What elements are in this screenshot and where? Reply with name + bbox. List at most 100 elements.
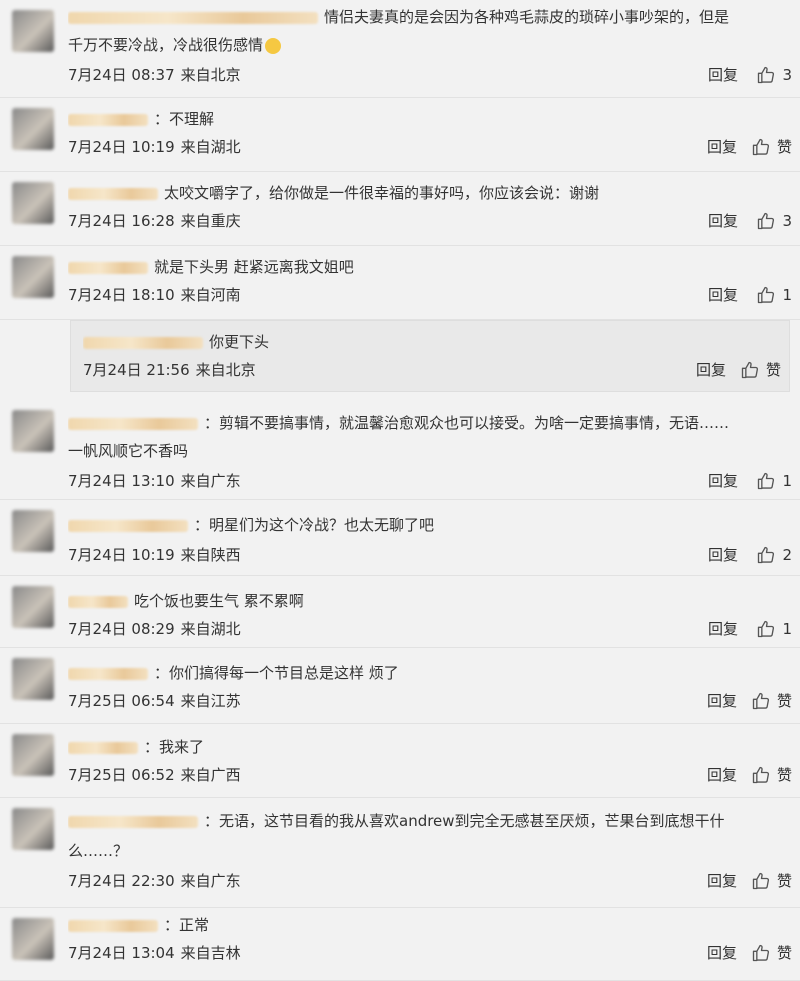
comment-actions: 回复 赞	[707, 870, 792, 891]
comment-text: 千万不要冷战，冷战很伤感情	[68, 34, 786, 56]
like-button[interactable]: 3	[752, 211, 792, 231]
reply-button[interactable]: 回复	[708, 284, 738, 305]
comment-meta: 7月24日 13:10 来自广东	[68, 470, 247, 491]
avatar[interactable]	[12, 10, 54, 52]
comment-text: ：剪辑不要搞事情，就温馨治愈观众也可以接受。为啥一定要搞事情，无语……	[68, 412, 786, 434]
like-count: 1	[782, 285, 792, 304]
comment-text: ：正常	[68, 914, 786, 936]
comment-text: 情侣夫妻真的是会因为各种鸡毛蒜皮的琐碎小事吵架的，但是	[68, 6, 786, 28]
reply-button[interactable]: 回复	[708, 64, 738, 85]
like-button[interactable]: 2	[752, 545, 792, 565]
reply-button[interactable]: 回复	[708, 470, 738, 491]
thumbs-up-icon	[756, 545, 776, 565]
username[interactable]	[68, 667, 148, 680]
location: 来自北京	[195, 361, 256, 379]
thumbs-up-icon	[756, 211, 776, 231]
avatar[interactable]	[12, 586, 54, 628]
username[interactable]	[83, 336, 203, 349]
location: 来自江苏	[180, 692, 241, 710]
username[interactable]	[68, 919, 158, 932]
like-button[interactable]: 1	[752, 619, 792, 639]
like-button[interactable]: 赞	[751, 764, 792, 785]
location: 来自广西	[180, 766, 241, 784]
username[interactable]	[68, 519, 188, 532]
username[interactable]	[68, 113, 148, 126]
timestamp: 7月24日 13:04	[68, 944, 175, 962]
avatar[interactable]	[12, 918, 54, 960]
thumbs-up-icon	[756, 471, 776, 491]
thumbs-up-icon	[756, 619, 776, 639]
avatar[interactable]	[12, 510, 54, 552]
like-button[interactable]: 1	[752, 285, 792, 305]
comment-text-content: 就是下头男 赶紧远离我文姐吧	[154, 258, 354, 276]
timestamp: 7月24日 22:30	[68, 872, 175, 890]
avatar[interactable]	[12, 808, 54, 850]
comment-meta: 7月24日 16:28 来自重庆	[68, 210, 247, 231]
avatar[interactable]	[12, 734, 54, 776]
thumbs-up-icon	[751, 691, 771, 711]
thumbs-up-icon	[740, 360, 760, 380]
comment-item: 就是下头男 赶紧远离我文姐吧 7月24日 18:10 来自河南 回复 1	[0, 246, 800, 320]
comment-text: 太咬文嚼字了，给你做是一件很幸福的事好吗，你应该会说：谢谢	[68, 182, 786, 204]
avatar[interactable]	[12, 182, 54, 224]
reply-button[interactable]: 回复	[708, 210, 738, 231]
comment-meta: 7月24日 10:19 来自湖北	[68, 136, 247, 157]
avatar[interactable]	[12, 256, 54, 298]
username[interactable]	[68, 595, 128, 608]
comment-text: 一帆风顺它不香吗	[68, 440, 786, 462]
reply-item: 你更下头 7月24日 21:56 来自北京 回复 赞	[70, 320, 790, 392]
timestamp: 7月24日 16:28	[68, 212, 175, 230]
thumbs-up-icon	[751, 137, 771, 157]
thumbs-up-icon	[756, 65, 776, 85]
timestamp: 7月24日 13:10	[68, 472, 175, 490]
timestamp: 7月24日 21:56	[83, 361, 190, 379]
reply-button[interactable]: 回复	[707, 942, 737, 963]
reply-button[interactable]: 回复	[707, 764, 737, 785]
comment-text-content: 情侣夫妻真的是会因为各种鸡毛蒜皮的琐碎小事吵架的，但是	[324, 8, 730, 26]
location: 来自吉林	[180, 944, 241, 962]
username[interactable]	[68, 11, 318, 24]
like-button[interactable]: 3	[752, 65, 792, 85]
comment-actions: 回复 赞	[707, 690, 792, 711]
comment-meta: 7月24日 22:30 来自广东	[68, 870, 247, 891]
like-button[interactable]: 赞	[751, 870, 792, 891]
reply-button[interactable]: 回复	[708, 618, 738, 639]
comment-meta: 7月24日 08:29 来自湖北	[68, 618, 247, 639]
like-count: 赞	[765, 361, 781, 379]
like-count: 1	[782, 619, 792, 638]
location: 来自广东	[180, 872, 241, 890]
like-button[interactable]: 1	[752, 471, 792, 491]
avatar[interactable]	[12, 108, 54, 150]
comment-meta: 7月24日 10:19 来自陕西	[68, 544, 247, 565]
like-button[interactable]: 赞	[751, 942, 792, 963]
username[interactable]	[68, 815, 198, 828]
comment-text-content: 千万不要冷战，冷战很伤感情	[68, 36, 264, 54]
comment-actions: 回复 赞	[707, 136, 792, 157]
timestamp: 7月25日 06:54	[68, 692, 175, 710]
avatar[interactable]	[12, 658, 54, 700]
comment-actions: 回复 赞	[707, 764, 792, 785]
reply-button[interactable]: 回复	[707, 136, 737, 157]
reply-button[interactable]: 回复	[708, 544, 738, 565]
username[interactable]	[68, 261, 148, 274]
like-button[interactable]: 赞	[751, 136, 792, 157]
comment-text-content: ：你们搞得每一个节目总是这样 烦了	[154, 664, 399, 682]
reply-button[interactable]: 回复	[696, 359, 726, 380]
like-count: 2	[782, 545, 792, 564]
comment-actions: 回复 赞	[696, 359, 781, 380]
avatar[interactable]	[12, 410, 54, 452]
reply-button[interactable]: 回复	[707, 690, 737, 711]
like-button[interactable]: 赞	[751, 690, 792, 711]
like-button[interactable]: 赞	[740, 359, 781, 380]
comment-item: ：正常 7月24日 13:04 来自吉林 回复 赞	[0, 908, 800, 981]
comment-text: ：不理解	[68, 108, 786, 130]
username[interactable]	[68, 741, 138, 754]
comment-text-content: ：明星们为这个冷战？也太无聊了吧	[194, 516, 435, 534]
timestamp: 7月24日 10:19	[68, 546, 175, 564]
reply-button[interactable]: 回复	[707, 870, 737, 891]
comment-item: ：我来了 7月25日 06:52 来自广西 回复 赞	[0, 724, 800, 798]
username[interactable]	[68, 417, 198, 430]
comment-text-content: ：正常	[164, 916, 210, 934]
username[interactable]	[68, 187, 158, 200]
comment-meta: 7月25日 06:54 来自江苏	[68, 690, 247, 711]
